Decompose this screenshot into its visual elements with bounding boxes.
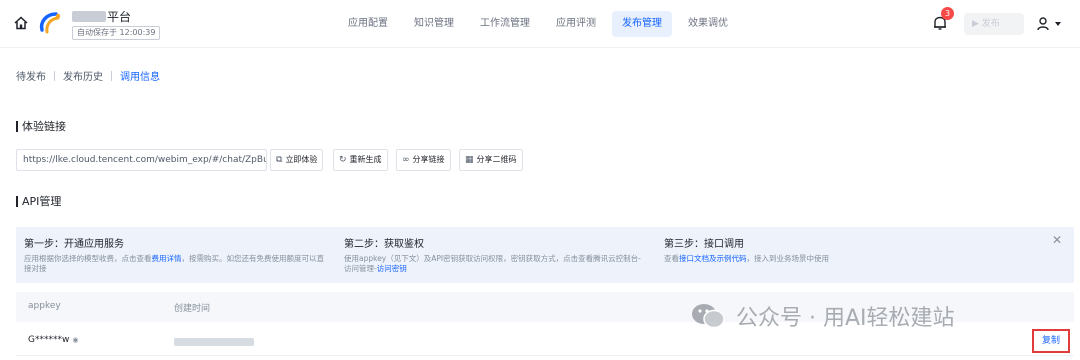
step-3: 第三步：接口调用 查看接口文档及示例代码，接入到业务场景中使用 bbox=[664, 235, 964, 264]
regenerate-button[interactable]: ↻ 重新生成 bbox=[333, 149, 388, 171]
step-1-title: 第一步：开通应用服务 bbox=[24, 239, 124, 250]
app-logo-icon bbox=[39, 12, 61, 34]
watermark: 公众号 · 用AI轻松建站 bbox=[690, 300, 955, 332]
appkey-value: G******w ◉ bbox=[28, 335, 79, 345]
step-2-desc: 使用appkey（见下文）及API密钥获取访问权限，密钥获取方式，点击查看腾讯云… bbox=[344, 254, 641, 273]
step-3-title: 第三步：接口调用 bbox=[664, 239, 744, 250]
try-now-button[interactable]: ⧉ 立即体验 bbox=[270, 149, 324, 171]
qrcode-icon: ▦ bbox=[465, 155, 474, 165]
access-key-link[interactable]: 访问密钥 bbox=[377, 264, 407, 273]
publish-subtabs: 待发布 发布历史 调用信息 bbox=[16, 68, 160, 83]
notification-badge: 3 bbox=[941, 7, 954, 20]
tab-history[interactable]: 发布历史 bbox=[63, 68, 103, 83]
api-steps-banner: 第一步：开通应用服务 应用根据你选择的模型收费，点击查看费用详情，按需购买。如您… bbox=[16, 227, 1074, 283]
experience-url-field[interactable]: https://lke.cloud.tencent.com/webim_exp/… bbox=[16, 149, 267, 171]
nav-evaluation[interactable]: 应用评测 bbox=[546, 11, 606, 37]
publish-button[interactable]: ▶ 发布 bbox=[964, 13, 1024, 35]
redacted-created-time bbox=[174, 338, 254, 346]
nav-publish[interactable]: 发布管理 bbox=[612, 11, 672, 37]
pricing-link[interactable]: 费用详情 bbox=[152, 254, 182, 263]
divider bbox=[54, 70, 55, 81]
step-2-title: 第二步：获取鉴权 bbox=[344, 239, 424, 250]
close-icon[interactable]: ✕ bbox=[1052, 233, 1062, 247]
step-1-desc: 应用根据你选择的模型收费，点击查看费用详情，按需购买。如您还有免费使用额度可以直… bbox=[24, 254, 324, 273]
tab-call-info[interactable]: 调用信息 bbox=[120, 68, 160, 83]
open-icon: ⧉ bbox=[276, 155, 283, 165]
link-icon: ∞ bbox=[402, 155, 410, 165]
nav-app-config[interactable]: 应用配置 bbox=[338, 11, 398, 37]
refresh-icon: ↻ bbox=[339, 155, 347, 165]
api-docs-link[interactable]: 接口文档及示例代码 bbox=[679, 254, 747, 263]
column-created-time: 创建时间 bbox=[174, 304, 211, 314]
nav-knowledge[interactable]: 知识管理 bbox=[404, 11, 464, 37]
nav-workflow[interactable]: 工作流管理 bbox=[470, 11, 540, 37]
divider bbox=[111, 70, 112, 81]
top-header: 平台 自动保存于 12:00:39 应用配置 知识管理 工作流管理 应用评测 发… bbox=[0, 0, 1080, 48]
copy-button[interactable]: 复制 bbox=[1032, 329, 1070, 353]
tab-pending[interactable]: 待发布 bbox=[16, 68, 46, 83]
step-3-desc: 查看接口文档及示例代码，接入到业务场景中使用 bbox=[664, 254, 829, 263]
autosave-status: 自动保存于 12:00:39 bbox=[72, 26, 161, 40]
nav-tuning[interactable]: 效果调优 bbox=[678, 11, 738, 37]
main-nav: 应用配置 知识管理 工作流管理 应用评测 发布管理 效果调优 bbox=[338, 11, 744, 37]
step-2: 第二步：获取鉴权 使用appkey（见下文）及API密钥获取访问权限，密钥获取方… bbox=[344, 235, 644, 274]
step-1: 第一步：开通应用服务 应用根据你选择的模型收费，点击查看费用详情，按需购买。如您… bbox=[24, 235, 324, 274]
redacted-name bbox=[72, 11, 106, 22]
section-title-api: API管理 bbox=[16, 196, 61, 207]
home-icon[interactable] bbox=[14, 16, 28, 30]
user-menu-icon[interactable] bbox=[1036, 16, 1066, 32]
watermark-text: 公众号 · 用AI轻松建站 bbox=[736, 306, 955, 331]
section-title-experience: 体验链接 bbox=[16, 121, 66, 132]
share-link-button[interactable]: ∞ 分享链接 bbox=[396, 149, 451, 171]
column-appkey: appkey bbox=[28, 301, 61, 311]
share-qrcode-button[interactable]: ▦ 分享二维码 bbox=[459, 149, 523, 171]
eye-icon[interactable]: ◉ bbox=[72, 336, 78, 344]
wechat-icon bbox=[692, 304, 725, 329]
app-title: 平台 bbox=[72, 8, 131, 25]
